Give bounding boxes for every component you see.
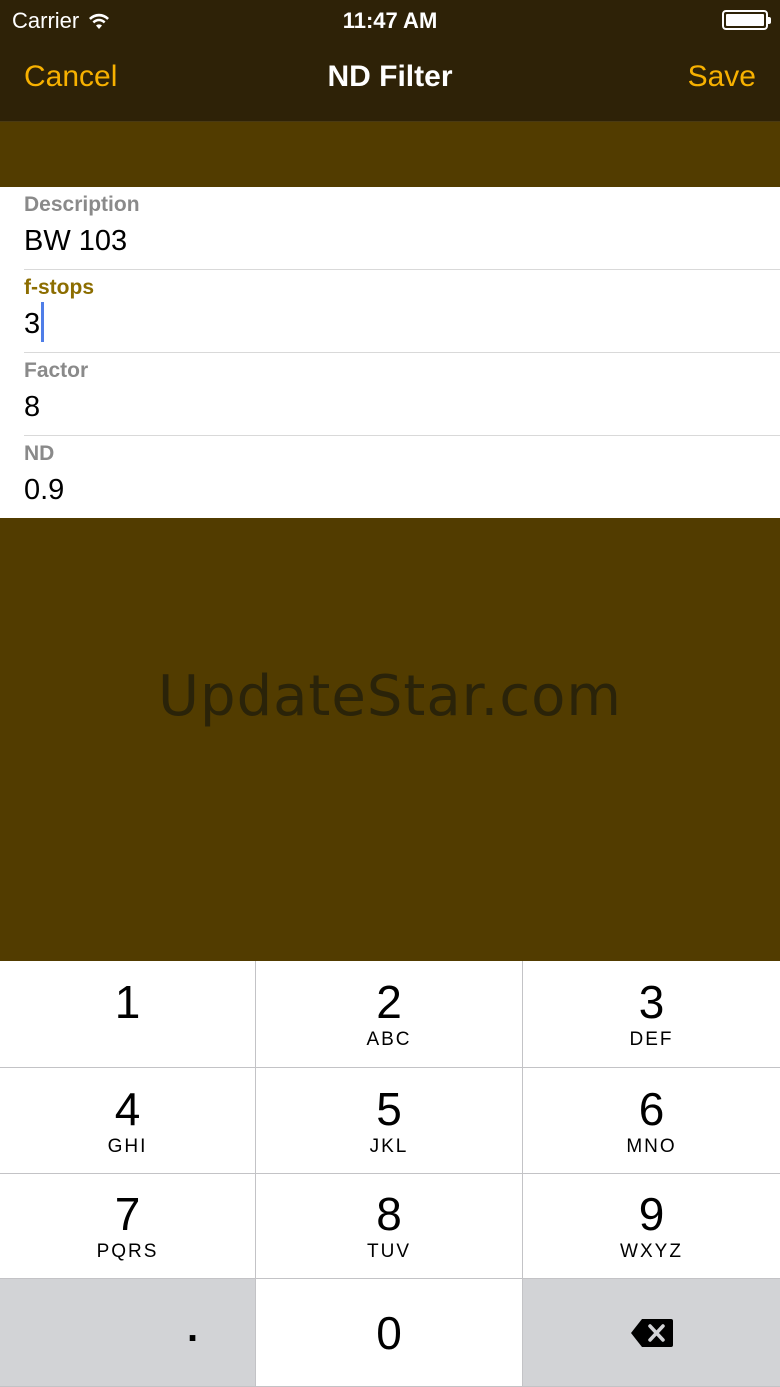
key-3[interactable]: 3 DEF [523, 961, 780, 1068]
watermark: UpdateStar.com [158, 664, 622, 729]
battery-icon [722, 10, 771, 30]
factor-input[interactable]: 8 [24, 391, 40, 424]
key-2[interactable]: 2 ABC [256, 961, 523, 1068]
save-button[interactable]: Save [688, 60, 756, 94]
key-letters: MNO [626, 1135, 677, 1157]
factor-label: Factor [24, 359, 89, 382]
key-digit: 4 [114, 1082, 141, 1135]
fstops-value: 3 [24, 308, 41, 340]
key-5[interactable]: 5 JKL [256, 1068, 523, 1174]
key-digit: 3 [638, 976, 665, 1028]
key-9[interactable]: 9 WXYZ [523, 1174, 780, 1279]
key-8[interactable]: 8 TUV [256, 1174, 523, 1279]
filter-form: Description BW 103 f-stops 3 Factor 8 ND… [0, 187, 780, 518]
factor-field[interactable]: Factor 8 [0, 353, 780, 436]
navigation-bar: Cancel ND Filter Save [0, 40, 780, 122]
key-letters: TUV [367, 1241, 411, 1262]
key-digit: 8 [376, 1188, 402, 1240]
description-field[interactable]: Description BW 103 [0, 187, 780, 270]
description-input[interactable]: BW 103 [24, 225, 127, 258]
numeric-keypad: 1 2 ABC 3 DEF 4 GHI 5 JKL 6 MNO 7 PQRS 8… [0, 961, 780, 1387]
key-digit: 9 [638, 1188, 665, 1240]
key-digit: 7 [114, 1188, 141, 1240]
delete-button[interactable] [523, 1279, 780, 1387]
key-decimal-point[interactable]: . [0, 1279, 256, 1387]
top-bar: Carrier 11:47 AM Cancel ND Filter Save [0, 0, 780, 122]
backspace-icon [630, 1318, 673, 1347]
nd-label: ND [24, 442, 55, 465]
key-letters: ABC [366, 1029, 412, 1050]
key-letters: GHI [107, 1135, 148, 1157]
key-7[interactable]: 7 PQRS [0, 1174, 256, 1279]
fstops-field[interactable]: f-stops 3 [0, 270, 780, 353]
key-letters: JKL [369, 1135, 409, 1157]
nd-field[interactable]: ND 0.9 [0, 436, 780, 519]
key-0[interactable]: 0 [256, 1279, 523, 1387]
key-4[interactable]: 4 GHI [0, 1068, 256, 1174]
nd-input[interactable]: 0.9 [24, 474, 64, 507]
key-digit: 1 [114, 976, 141, 1028]
status-bar: Carrier 11:47 AM [0, 0, 780, 40]
key-letters: PQRS [96, 1241, 159, 1262]
fstops-input[interactable]: 3 [24, 302, 45, 343]
text-caret [41, 302, 45, 343]
key-letters: DEF [629, 1029, 674, 1050]
key-1[interactable]: 1 [0, 961, 256, 1068]
key-digit: 2 [376, 976, 402, 1028]
key-6[interactable]: 6 MNO [523, 1068, 780, 1174]
key-digit: 0 [376, 1306, 402, 1359]
page-title: ND Filter [327, 60, 453, 93]
status-time: 11:47 AM [342, 8, 438, 33]
key-digit: 6 [638, 1082, 665, 1135]
description-label: Description [24, 193, 140, 216]
key-letters: WXYZ [620, 1241, 683, 1262]
fstops-label: f-stops [24, 276, 94, 299]
key-digit: . [186, 1305, 199, 1350]
key-digit: 5 [376, 1082, 402, 1135]
